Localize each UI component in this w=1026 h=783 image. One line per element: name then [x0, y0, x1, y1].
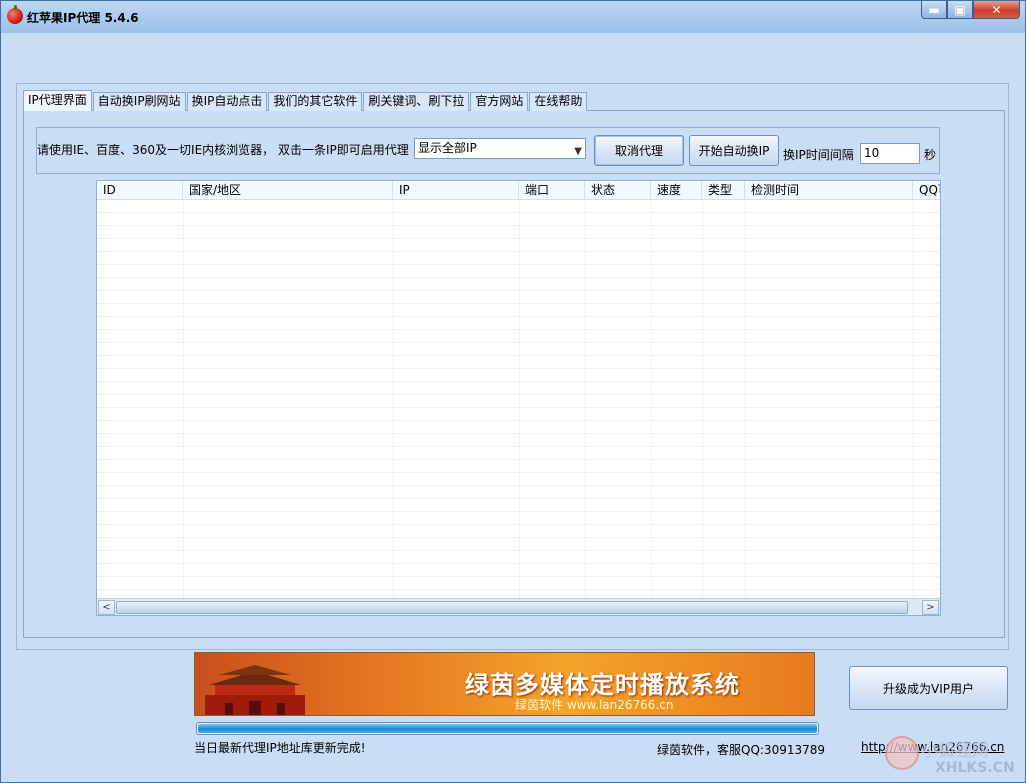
upgrade-vip-button[interactable]: 升级成为VIP用户	[849, 666, 1008, 710]
column-header-id[interactable]: ID	[97, 181, 183, 199]
tab-strip: IP代理界面 自动换IP刷网站 换IP自动点击 我们的其它软件 刷关键词、刷下拉…	[23, 90, 588, 111]
column-header-qq[interactable]: QQ可	[913, 181, 940, 199]
tab-keywords[interactable]: 刷关键词、刷下拉	[363, 92, 470, 111]
scroll-right-icon[interactable]: >	[922, 600, 939, 615]
app-window: 红苹果IP代理 5.4.6 ▬ ▣ ✕ IP代理界面 自动换IP刷网站 换IP自…	[0, 0, 1026, 783]
column-divider	[585, 200, 586, 598]
site-watermark: 小狐狸网 XHLKS.CN	[885, 736, 1025, 782]
minimize-button[interactable]: ▬	[921, 1, 947, 19]
watermark-line1: 小狐狸网	[921, 741, 989, 761]
column-header-port[interactable]: 端口	[519, 181, 585, 199]
title-bar[interactable]: 红苹果IP代理 5.4.6 ▬ ▣ ✕	[1, 1, 1025, 33]
tab-auto-click[interactable]: 换IP自动点击	[186, 92, 268, 111]
column-header-ip[interactable]: IP	[393, 181, 519, 199]
start-auto-switch-button[interactable]: 开始自动换IP	[689, 135, 779, 166]
proxy-table[interactable]: ID 国家/地区 IP 端口 状态 速度 类型 检测时间 QQ可 < >	[96, 180, 941, 616]
minimize-icon: ▬	[928, 2, 940, 17]
column-header-check-time[interactable]: 检测时间	[745, 181, 913, 199]
maximize-icon: ▣	[954, 2, 966, 17]
column-header-speed[interactable]: 速度	[651, 181, 702, 199]
company-info: 绿茵软件，客服QQ:30913789	[657, 743, 826, 757]
tab-auto-switch-ip[interactable]: 自动换IP刷网站	[92, 92, 186, 111]
status-message: 当日最新代理IP地址库更新完成!	[194, 741, 366, 755]
banner-subtitle: 绿茵软件 www.lan26766.cn	[515, 698, 674, 712]
tab-other-software[interactable]: 我们的其它软件	[268, 92, 363, 111]
progress-fill	[198, 724, 817, 733]
ip-filter-select[interactable]: 显示全部IP ▼	[414, 138, 586, 159]
tab-official-site[interactable]: 官方网站	[470, 92, 529, 111]
column-header-status[interactable]: 状态	[585, 181, 651, 199]
interval-input[interactable]: 10	[860, 143, 920, 164]
window-title: 红苹果IP代理 5.4.6	[27, 11, 139, 25]
watermark-line2: XHLKS.CN	[935, 760, 1015, 776]
column-divider	[183, 200, 184, 598]
scroll-left-icon[interactable]: <	[98, 600, 115, 615]
tab-ip-proxy[interactable]: IP代理界面	[23, 90, 92, 111]
column-divider	[651, 200, 652, 598]
maximize-button[interactable]: ▣	[947, 1, 973, 19]
column-divider	[393, 200, 394, 598]
apple-icon	[7, 5, 23, 24]
column-header-type[interactable]: 类型	[702, 181, 745, 199]
seconds-label: 秒	[924, 148, 937, 162]
ad-banner[interactable]: 绿茵多媒体定时播放系统 绿茵软件 www.lan26766.cn	[194, 652, 815, 716]
cancel-proxy-button[interactable]: 取消代理	[594, 135, 684, 166]
tab-online-help[interactable]: 在线帮助	[529, 92, 588, 111]
ip-filter-value: 显示全部IP	[418, 141, 477, 155]
close-button[interactable]: ✕	[973, 1, 1020, 19]
column-divider	[702, 200, 703, 598]
column-divider	[519, 200, 520, 598]
scroll-thumb[interactable]	[116, 601, 908, 614]
banner-title: 绿茵多媒体定时播放系统	[465, 671, 740, 699]
column-divider	[913, 200, 914, 598]
table-header: ID 国家/地区 IP 端口 状态 速度 类型 检测时间 QQ可	[97, 181, 940, 200]
horizontal-scrollbar[interactable]: < >	[97, 598, 940, 615]
interval-label: 换IP时间间隔	[783, 148, 854, 162]
chevron-down-icon: ▼	[574, 146, 582, 157]
column-divider	[745, 200, 746, 598]
fox-logo-icon	[885, 736, 919, 770]
tiananmen-gate-icon	[205, 665, 305, 715]
update-progress-bar	[196, 722, 819, 735]
column-header-region[interactable]: 国家/地区	[183, 181, 393, 199]
browser-hint: 请使用IE、百度、360及一切IE内核浏览器， 双击一条IP即可启用代理	[37, 143, 409, 157]
close-icon: ✕	[991, 2, 1002, 17]
